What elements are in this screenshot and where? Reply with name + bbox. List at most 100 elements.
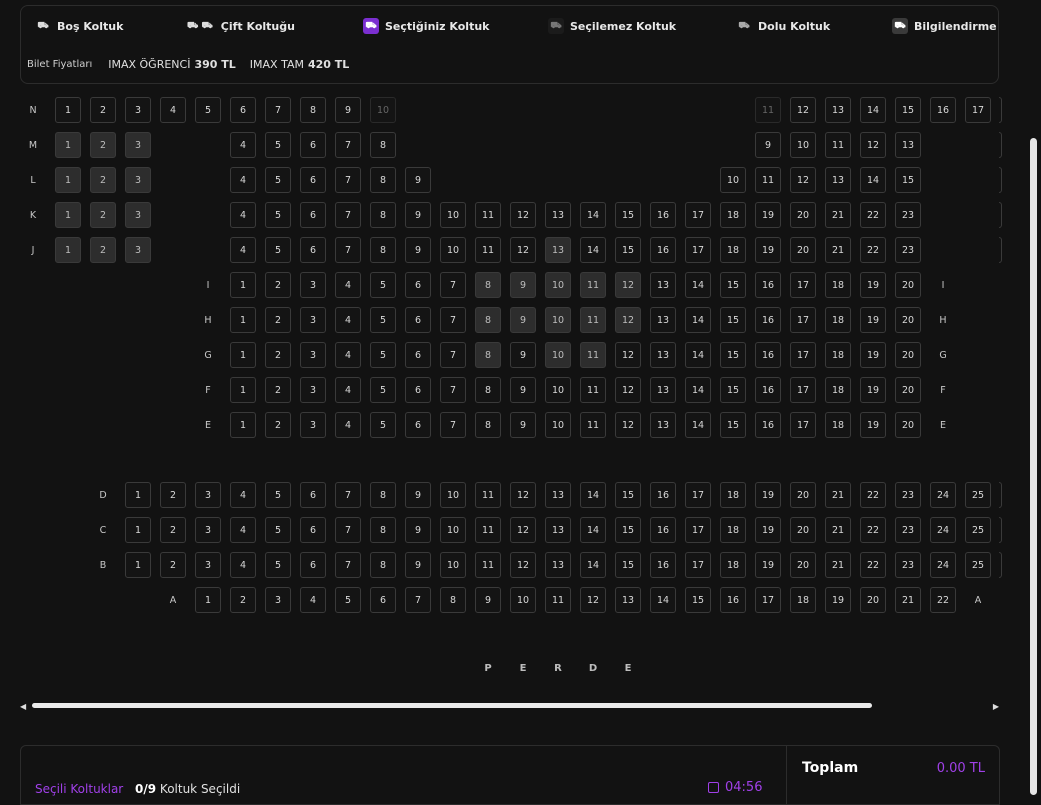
- seat[interactable]: 8: [370, 202, 396, 228]
- seat[interactable]: 20: [860, 587, 886, 613]
- seat[interactable]: 1: [55, 97, 81, 123]
- seat[interactable]: 5: [265, 202, 291, 228]
- seat[interactable]: 6: [300, 482, 326, 508]
- seat[interactable]: 2: [160, 552, 186, 578]
- seat[interactable]: 9: [510, 342, 536, 368]
- seat[interactable]: 17: [790, 272, 816, 298]
- seat[interactable]: 23: [895, 552, 921, 578]
- seat[interactable]: 9: [405, 517, 431, 543]
- seat[interactable]: 3: [125, 202, 151, 228]
- seat[interactable]: 4: [160, 97, 186, 123]
- seat[interactable]: 13: [825, 167, 851, 193]
- seat[interactable]: 11: [580, 272, 606, 298]
- seat[interactable]: 14: [580, 517, 606, 543]
- seat[interactable]: 4: [335, 412, 361, 438]
- seat[interactable]: 9: [405, 202, 431, 228]
- vertical-scroll-thumb[interactable]: [1030, 138, 1037, 795]
- seat[interactable]: 16: [650, 202, 676, 228]
- seat[interactable]: 6: [300, 132, 326, 158]
- seat[interactable]: 17: [685, 202, 711, 228]
- seat[interactable]: 6: [405, 342, 431, 368]
- seat[interactable]: 21: [825, 517, 851, 543]
- seat[interactable]: 25: [965, 517, 991, 543]
- seat[interactable]: 19: [860, 272, 886, 298]
- seat[interactable]: 13: [545, 552, 571, 578]
- seat[interactable]: 1: [230, 342, 256, 368]
- seat[interactable]: 23: [895, 202, 921, 228]
- seat[interactable]: 5: [265, 237, 291, 263]
- seat[interactable]: 4: [335, 377, 361, 403]
- seat[interactable]: 7: [335, 202, 361, 228]
- seat[interactable]: 10: [510, 587, 536, 613]
- seat-partial[interactable]: [999, 167, 1002, 193]
- seat[interactable]: 10: [545, 377, 571, 403]
- seat[interactable]: 16: [755, 272, 781, 298]
- seat[interactable]: 21: [825, 202, 851, 228]
- seat[interactable]: 17: [790, 342, 816, 368]
- seat[interactable]: 14: [650, 587, 676, 613]
- seat[interactable]: 9: [405, 237, 431, 263]
- seat[interactable]: 8: [370, 167, 396, 193]
- seat[interactable]: 20: [790, 482, 816, 508]
- seat[interactable]: 9: [405, 167, 431, 193]
- seat[interactable]: 19: [860, 307, 886, 333]
- seat[interactable]: 5: [370, 342, 396, 368]
- seat[interactable]: 14: [685, 307, 711, 333]
- seat[interactable]: 13: [650, 412, 676, 438]
- seat[interactable]: 7: [440, 307, 466, 333]
- seat[interactable]: 12: [615, 307, 641, 333]
- seat[interactable]: 4: [335, 272, 361, 298]
- seat[interactable]: 5: [195, 97, 221, 123]
- seat[interactable]: 18: [720, 237, 746, 263]
- seat[interactable]: 1: [55, 202, 81, 228]
- seat[interactable]: 2: [90, 202, 116, 228]
- seat[interactable]: 8: [475, 377, 501, 403]
- horizontal-scrollbar[interactable]: ◀ ▶: [20, 701, 999, 711]
- seat[interactable]: 7: [440, 272, 466, 298]
- seat[interactable]: 2: [160, 517, 186, 543]
- seat[interactable]: 3: [300, 307, 326, 333]
- seat[interactable]: 1: [125, 517, 151, 543]
- seat[interactable]: 16: [650, 237, 676, 263]
- seat[interactable]: 5: [265, 132, 291, 158]
- seat[interactable]: 13: [825, 97, 851, 123]
- legend-info[interactable]: ⛟ Bilgilendirme: [892, 17, 997, 35]
- seat[interactable]: 16: [755, 307, 781, 333]
- seat[interactable]: 22: [860, 237, 886, 263]
- seat[interactable]: 23: [895, 482, 921, 508]
- seat[interactable]: 5: [370, 377, 396, 403]
- seat-partial[interactable]: [999, 482, 1002, 508]
- seat[interactable]: 1: [230, 412, 256, 438]
- seat[interactable]: 18: [720, 517, 746, 543]
- seat[interactable]: 22: [860, 552, 886, 578]
- seat[interactable]: 15: [615, 482, 641, 508]
- seat[interactable]: 8: [475, 342, 501, 368]
- seat-partial[interactable]: [999, 237, 1002, 263]
- seat[interactable]: 18: [790, 587, 816, 613]
- seat[interactable]: 2: [90, 97, 116, 123]
- seat[interactable]: 20: [895, 342, 921, 368]
- seat[interactable]: 16: [755, 377, 781, 403]
- seat[interactable]: 12: [615, 412, 641, 438]
- seat[interactable]: 14: [860, 167, 886, 193]
- seat[interactable]: 15: [615, 202, 641, 228]
- seat[interactable]: 5: [265, 482, 291, 508]
- seat[interactable]: 1: [55, 132, 81, 158]
- seat[interactable]: 15: [895, 167, 921, 193]
- seat[interactable]: 13: [615, 587, 641, 613]
- seat[interactable]: 14: [860, 97, 886, 123]
- seat[interactable]: 22: [860, 482, 886, 508]
- seat[interactable]: 5: [370, 272, 396, 298]
- seat[interactable]: 15: [720, 412, 746, 438]
- seat[interactable]: 8: [475, 272, 501, 298]
- seat[interactable]: 3: [265, 587, 291, 613]
- seat[interactable]: 12: [790, 167, 816, 193]
- seat[interactable]: 3: [125, 97, 151, 123]
- seat[interactable]: 4: [230, 132, 256, 158]
- seat[interactable]: 16: [755, 342, 781, 368]
- seat[interactable]: 15: [720, 307, 746, 333]
- seat[interactable]: 12: [860, 132, 886, 158]
- seat[interactable]: 18: [825, 272, 851, 298]
- seat[interactable]: 20: [895, 412, 921, 438]
- seat[interactable]: 16: [755, 412, 781, 438]
